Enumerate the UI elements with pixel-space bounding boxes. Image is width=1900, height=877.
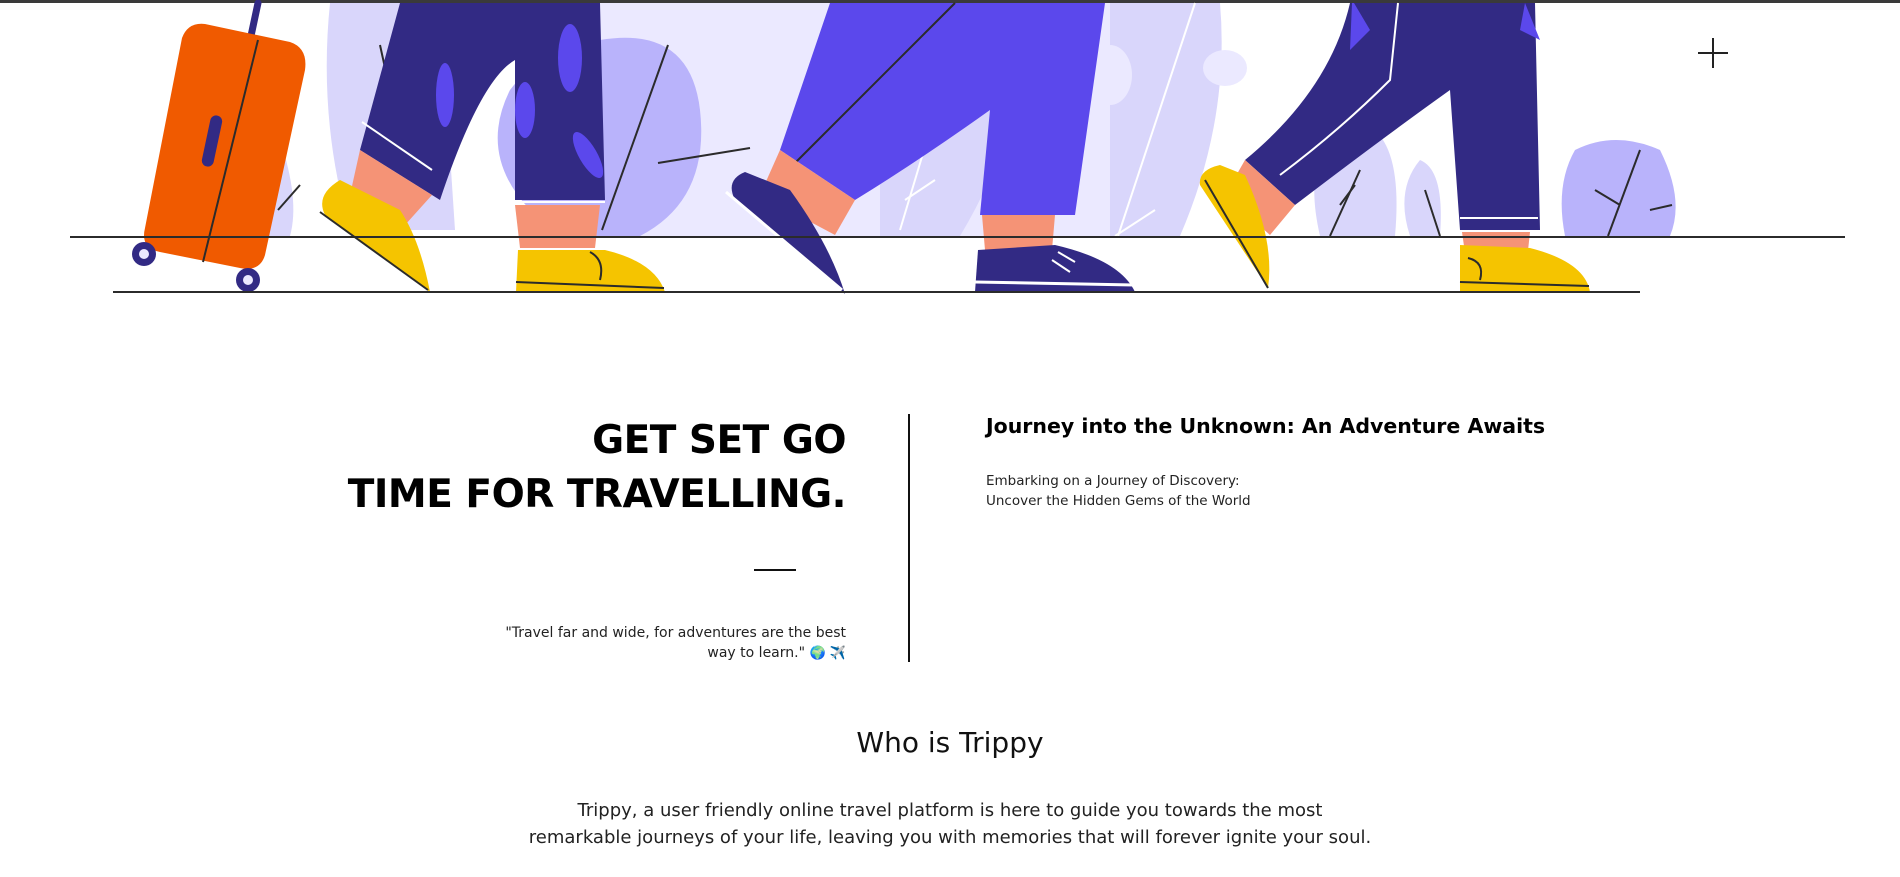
headline-line-2: TIME FOR TRAVELLING. bbox=[347, 472, 847, 517]
suitcase bbox=[132, 0, 306, 292]
about-line-2: remarkable journeys of your life, leavin… bbox=[528, 827, 1372, 848]
about-line-1: Trippy, a user friendly online travel pl… bbox=[577, 800, 1323, 821]
globe-plane-icon: 🌍 ✈️ bbox=[809, 646, 846, 661]
travel-quote: "Travel far and wide, for adventures are… bbox=[486, 623, 846, 664]
hero-illustration bbox=[70, 0, 1845, 294]
journey-subtitle: Embarking on a Journey of Discovery: Unc… bbox=[986, 471, 1251, 511]
section-divider bbox=[908, 414, 910, 662]
journey-line-1: Embarking on a Journey of Discovery: bbox=[986, 473, 1240, 489]
about-text: Trippy, a user friendly online travel pl… bbox=[0, 797, 1900, 851]
headline-divider bbox=[754, 569, 796, 571]
about-title: Who is Trippy bbox=[856, 726, 1044, 759]
headline-line-1: GET SET GO bbox=[592, 418, 846, 463]
expand-plus-icon[interactable] bbox=[1698, 38, 1728, 68]
quote-text: "Travel far and wide, for adventures are… bbox=[505, 625, 846, 661]
journey-title: Journey into the Unknown: An Adventure A… bbox=[986, 414, 1546, 438]
traveller-3 bbox=[1199, 2, 1590, 292]
journey-line-2: Uncover the Hidden Gems of the World bbox=[986, 493, 1251, 509]
hero-headline: GET SET GO TIME FOR TRAVELLING. bbox=[347, 414, 847, 522]
